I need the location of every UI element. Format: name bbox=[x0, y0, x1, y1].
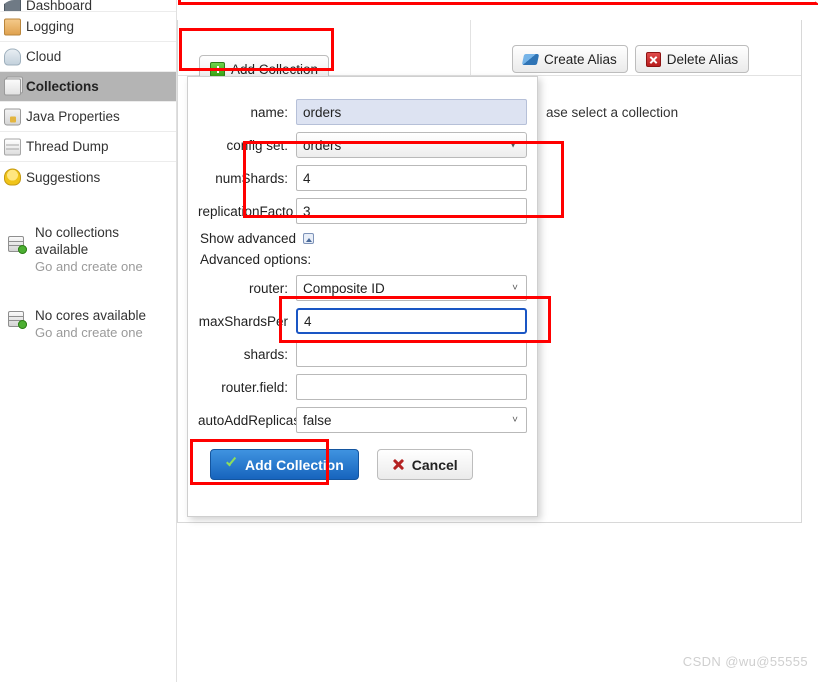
dialog-action-row: Add Collection Cancel bbox=[210, 449, 537, 480]
num-shards-label: numShards: bbox=[215, 170, 288, 186]
max-shards-per-node-input[interactable] bbox=[296, 308, 527, 334]
sidebar-item-collections[interactable]: Collections bbox=[0, 72, 176, 102]
main-content: Add Collection Create Alias Delete Alias… bbox=[177, 0, 823, 682]
field-row-shards: shards: bbox=[198, 341, 527, 367]
name-input[interactable] bbox=[296, 99, 527, 125]
sidebar-item-label: Java Properties bbox=[26, 109, 120, 124]
sidebar-item-label: Collections bbox=[26, 79, 99, 94]
sidebar-item-cloud[interactable]: Cloud bbox=[0, 42, 176, 72]
dashboard-icon bbox=[4, 0, 21, 11]
router-select[interactable]: Composite ID bbox=[296, 275, 527, 301]
config-set-select[interactable]: orders bbox=[296, 132, 527, 158]
submit-label: Add Collection bbox=[245, 456, 344, 473]
replication-factor-input[interactable] bbox=[296, 198, 527, 224]
name-label: name: bbox=[250, 104, 288, 120]
thread-dump-icon bbox=[4, 138, 21, 155]
java-properties-icon bbox=[4, 108, 21, 125]
select-collection-message: ase select a collection bbox=[546, 105, 679, 120]
alias-icon bbox=[523, 52, 538, 67]
sidebar-item-thread-dump[interactable]: Thread Dump bbox=[0, 132, 176, 162]
alias-button-group: Create Alias Delete Alias bbox=[512, 45, 750, 73]
delete-icon bbox=[645, 51, 661, 67]
submit-add-collection-button[interactable]: Add Collection bbox=[210, 449, 359, 480]
field-row-replication-factor: replicationFacto bbox=[198, 198, 527, 224]
router-label: router: bbox=[248, 280, 288, 296]
sidebar-item-suggestions[interactable]: Suggestions bbox=[0, 162, 176, 192]
sidebar-item-logging[interactable]: Logging bbox=[0, 12, 176, 42]
cancel-label: Cancel bbox=[411, 456, 458, 473]
database-add-icon bbox=[8, 311, 27, 329]
create-alias-label: Create Alias bbox=[544, 51, 617, 67]
auto-add-replicas-select[interactable]: false bbox=[296, 407, 527, 433]
add-collection-dialog: name: config set: orders ▼ numShards: bbox=[187, 76, 538, 517]
show-advanced-row[interactable]: Show advanced bbox=[200, 231, 527, 246]
advanced-options-heading: Advanced options: bbox=[200, 252, 312, 267]
field-row-name: name: bbox=[198, 99, 527, 125]
sidebar-item-java-properties[interactable]: Java Properties bbox=[0, 102, 176, 132]
plus-icon bbox=[210, 61, 225, 77]
check-icon bbox=[225, 458, 238, 471]
field-row-router: router: Composite ID ˅ bbox=[198, 275, 527, 301]
watermark: CSDN @wu@55555 bbox=[682, 654, 808, 669]
no-collections-status: No collections available Go and create o… bbox=[0, 214, 176, 277]
field-row-config-set: config set: orders ▼ bbox=[198, 132, 527, 158]
toolbar-divider bbox=[470, 20, 471, 75]
router-field-input[interactable] bbox=[296, 374, 527, 400]
sidebar: Dashboard Logging Cloud Collections Java… bbox=[0, 0, 177, 682]
shards-label: shards: bbox=[243, 346, 288, 362]
create-alias-button[interactable]: Create Alias bbox=[512, 45, 628, 73]
no-cores-title: No cores available bbox=[35, 308, 147, 323]
max-shards-label: maxShardsPer bbox=[198, 313, 288, 329]
field-row-router-field: router.field: bbox=[198, 374, 527, 400]
sidebar-item-label: Thread Dump bbox=[26, 139, 109, 154]
no-collections-action[interactable]: Go and create one bbox=[35, 258, 168, 275]
no-cores-action[interactable]: Go and create one bbox=[35, 324, 168, 341]
field-row-max-shards-per-node: maxShardsPer bbox=[198, 308, 527, 334]
sidebar-item-label: Logging bbox=[26, 19, 75, 34]
cancel-button[interactable]: Cancel bbox=[376, 449, 473, 480]
no-collections-title: No collections available bbox=[35, 225, 120, 257]
logging-icon bbox=[4, 18, 21, 35]
sidebar-item-label: Dashboard bbox=[26, 0, 93, 12]
suggestions-icon bbox=[4, 168, 21, 186]
shards-input[interactable] bbox=[296, 341, 527, 367]
collections-toolbar: Add Collection Create Alias Delete Alias bbox=[178, 20, 801, 83]
no-cores-status: No cores available Go and create one bbox=[0, 297, 176, 343]
close-icon bbox=[392, 458, 405, 471]
sidebar-item-label: Suggestions bbox=[26, 169, 101, 185]
sidebar-item-dashboard[interactable]: Dashboard bbox=[0, 0, 176, 12]
sidebar-item-label: Cloud bbox=[26, 49, 62, 64]
auto-add-replicas-label: autoAddReplicas bbox=[198, 412, 296, 428]
delete-alias-label: Delete Alias bbox=[666, 51, 739, 67]
cloud-icon bbox=[4, 48, 21, 65]
num-shards-input[interactable] bbox=[296, 165, 527, 191]
database-add-icon bbox=[8, 236, 27, 254]
config-set-label: config set: bbox=[226, 137, 288, 153]
screenshot-root: Dashboard Logging Cloud Collections Java… bbox=[0, 0, 823, 682]
field-row-auto-add-replicas: autoAddReplicas false ˅ bbox=[198, 407, 527, 433]
delete-alias-button[interactable]: Delete Alias bbox=[634, 45, 750, 73]
field-row-num-shards: numShards: bbox=[198, 165, 527, 191]
show-advanced-label: Show advanced bbox=[200, 231, 297, 246]
add-collection-label: Add Collection bbox=[231, 61, 319, 77]
collapse-toggle-icon[interactable] bbox=[303, 233, 315, 244]
collections-panel: Add Collection Create Alias Delete Alias… bbox=[177, 20, 802, 523]
collections-icon bbox=[4, 78, 21, 95]
router-field-label: router.field: bbox=[221, 379, 288, 395]
replication-factor-label: replicationFacto bbox=[198, 203, 294, 219]
